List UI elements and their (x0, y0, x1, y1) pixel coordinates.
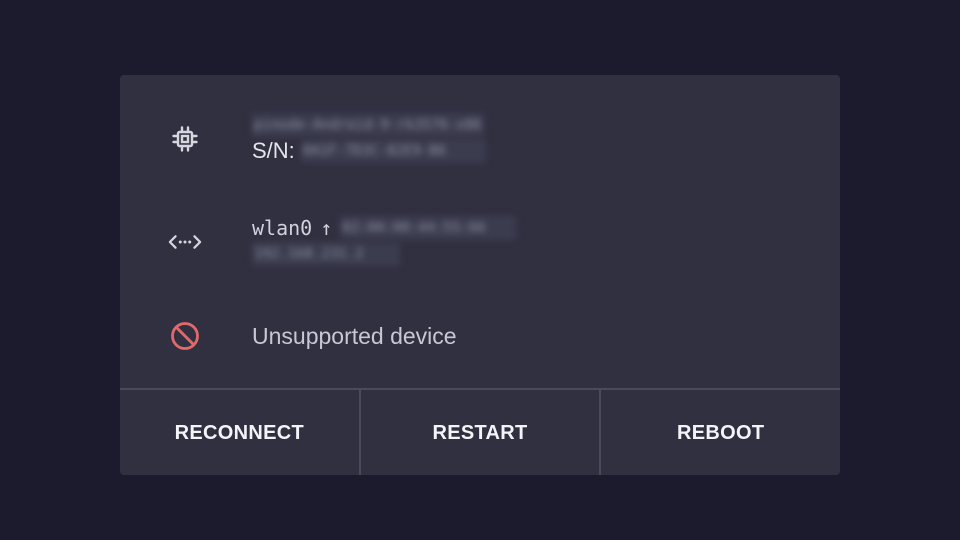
serial-label: S/N: (252, 138, 295, 163)
device-model: pinode-Android-9-rk3576-x86 (252, 113, 484, 137)
status-row: Unsupported device (120, 317, 840, 357)
blocked-icon (168, 319, 202, 353)
interface-up-arrow: ↑ (320, 216, 333, 240)
chip-icon (168, 122, 202, 156)
serial-number: 0A1F-7D3C-82E9-B6 (300, 139, 487, 163)
action-bar: RECONNECT RESTART REBOOT (120, 388, 840, 475)
restart-button[interactable]: RESTART (358, 390, 600, 475)
mac-address: 02:00:00:44:55:66 (340, 216, 516, 240)
ip-address: 192.168.231.2 (252, 242, 400, 266)
network-row: wlan0 ↑ 02:00:00:44:55:66 192.168.231.2 (120, 213, 840, 273)
status-text-wrap: Unsupported device (252, 321, 457, 351)
reconnect-button[interactable]: RECONNECT (120, 390, 359, 475)
reboot-button[interactable]: REBOOT (599, 390, 840, 475)
device-card: pinode-Android-9-rk3576-x86 S/N: 0A1F-7D… (120, 75, 840, 475)
device-info-text: pinode-Android-9-rk3576-x86 S/N: 0A1F-7D… (252, 112, 487, 164)
status-text: Unsupported device (252, 323, 457, 349)
interface-name: wlan0 (252, 216, 313, 240)
network-text: wlan0 ↑ 02:00:00:44:55:66 192.168.231.2 (252, 215, 516, 267)
connection-arrows-icon (168, 225, 202, 259)
device-info-row: pinode-Android-9-rk3576-x86 S/N: 0A1F-7D… (120, 110, 840, 170)
